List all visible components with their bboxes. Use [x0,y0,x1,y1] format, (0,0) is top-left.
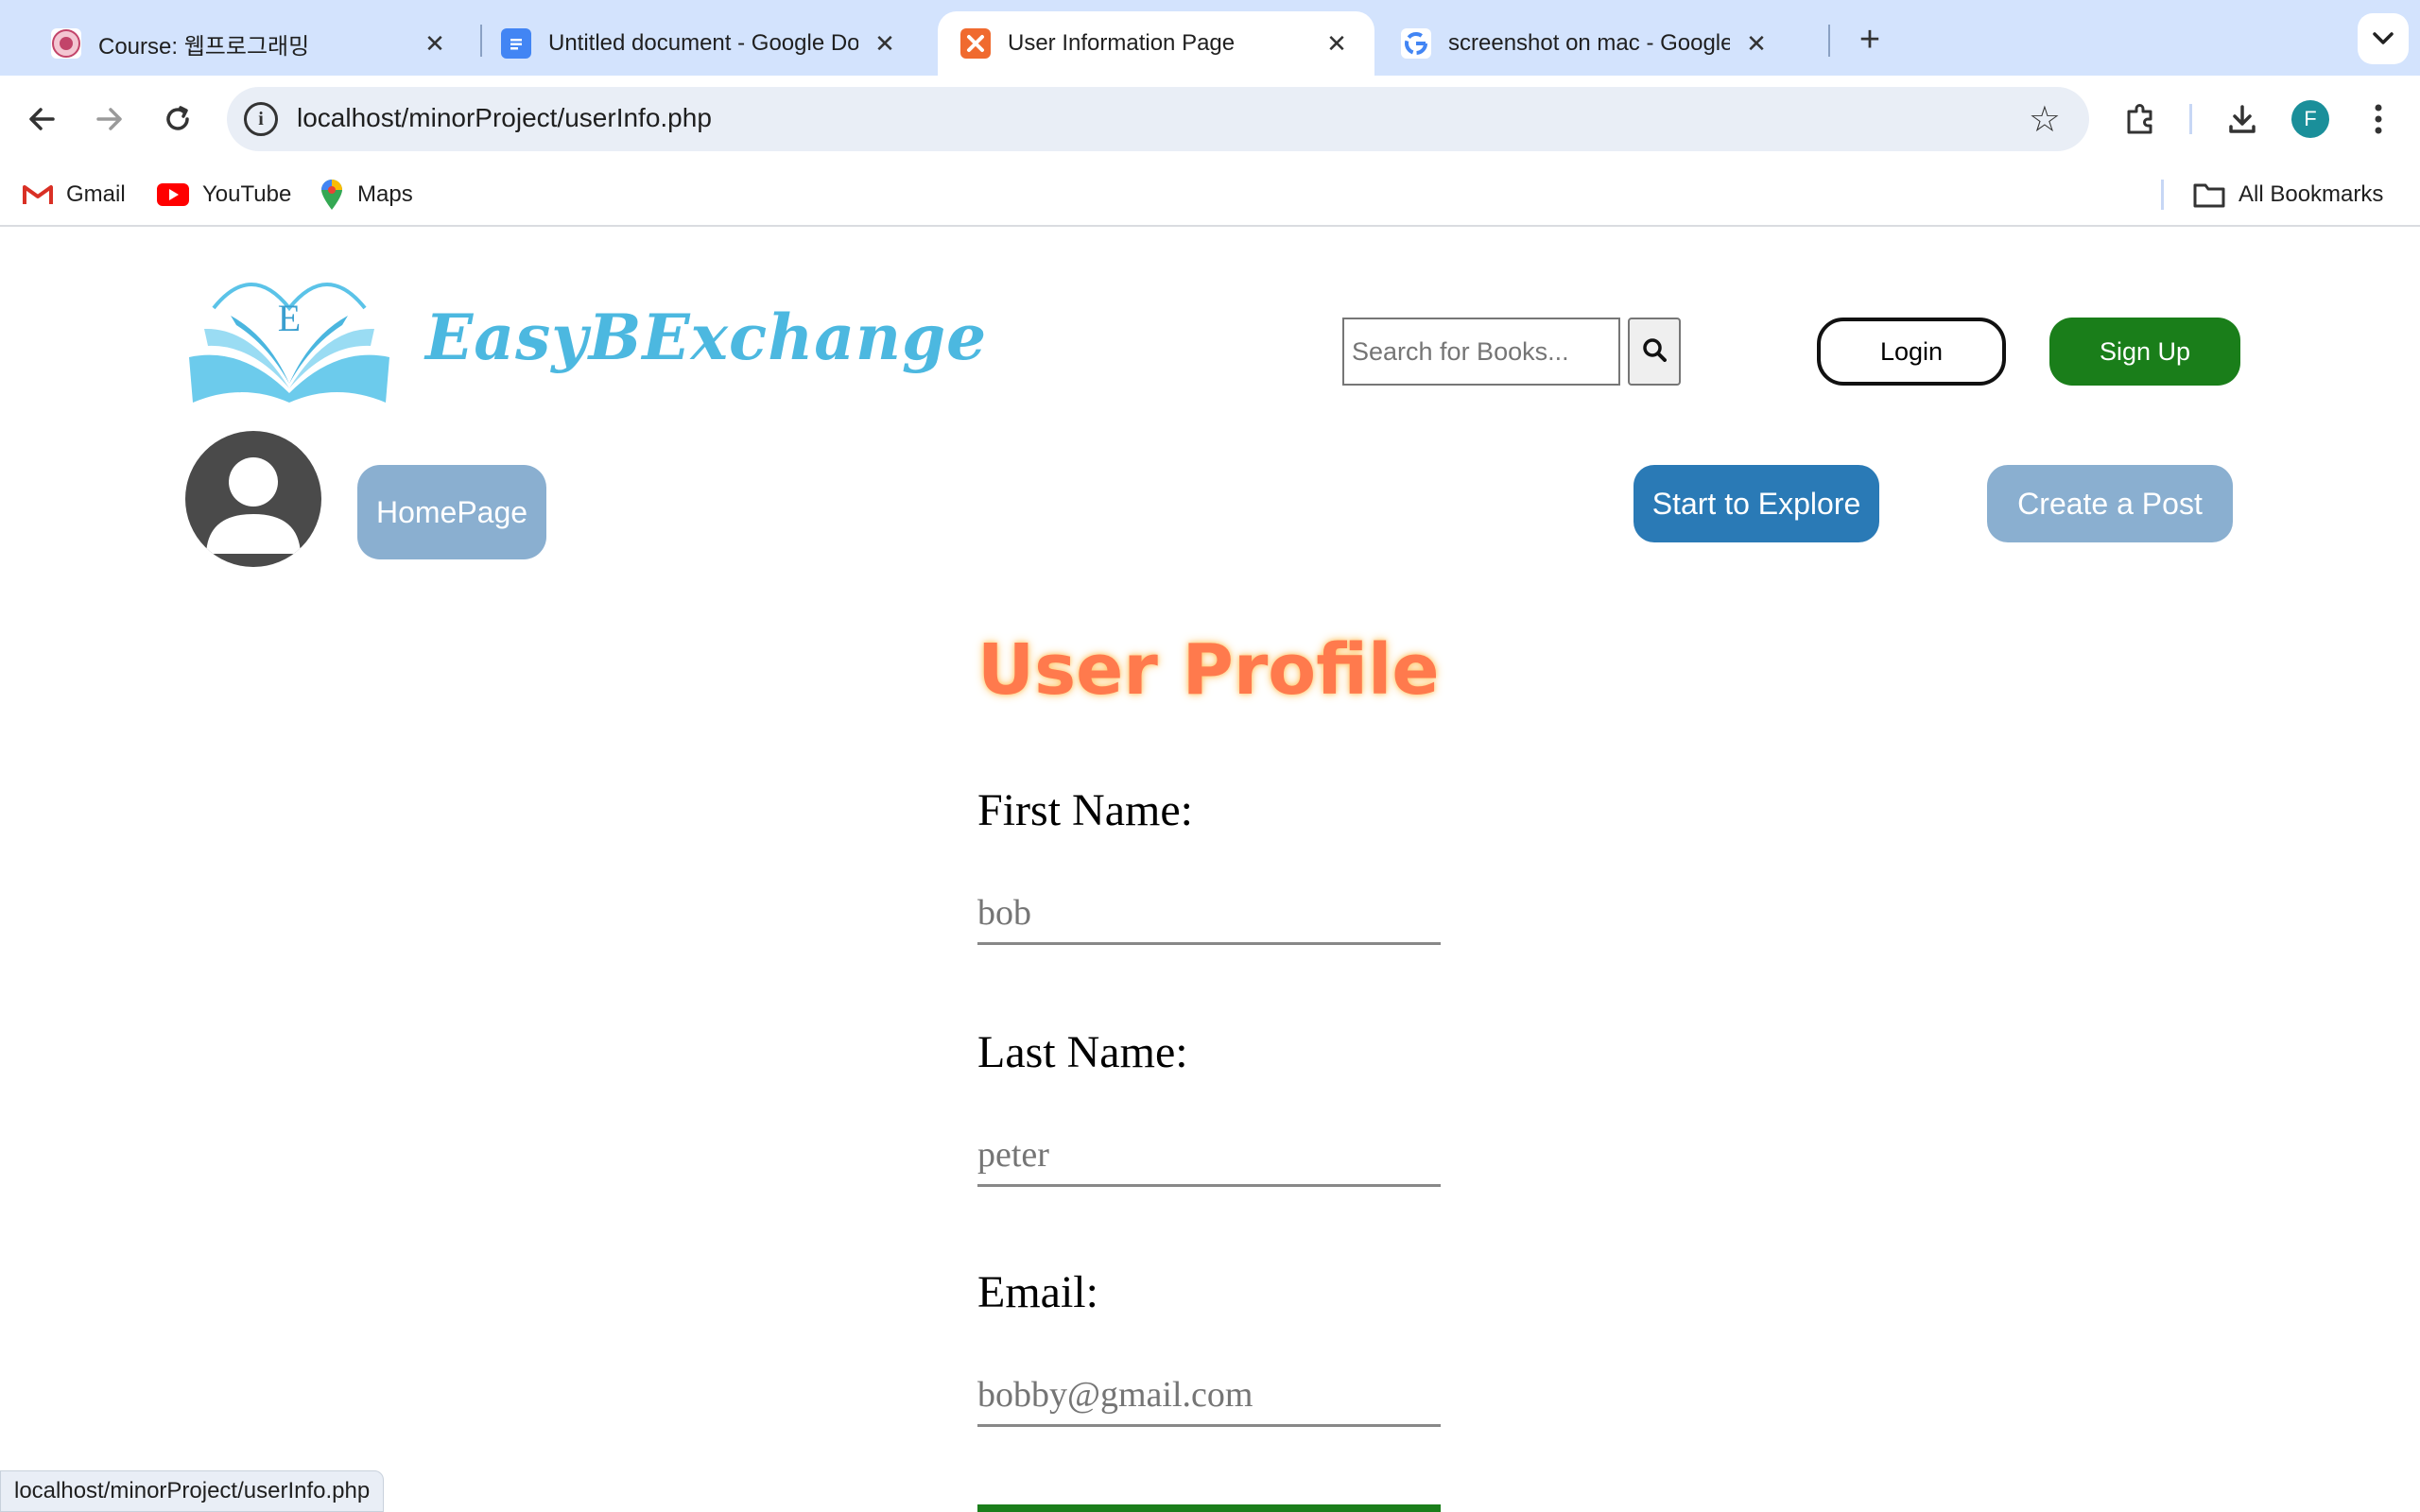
tab-separator [1828,25,1830,57]
homepage-button[interactable]: HomePage [357,465,546,559]
tab-title: Course: 웹프로그래밍 [98,33,310,60]
back-arrow-icon[interactable] [21,98,62,140]
course-seal-icon [51,28,81,59]
all-bookmarks-label: All Bookmarks [2238,181,2384,207]
bookmark-label: YouTube [202,181,292,207]
maps-icon [320,179,344,211]
email-field[interactable]: bobby@gmail.com [977,1361,1441,1427]
tab-title: User Information Page [1008,30,1236,56]
last-name-label: Last Name: [977,1027,1188,1077]
profile-avatar[interactable]: F [2291,100,2329,138]
tab-title: screenshot on mac - Google Search [1448,30,1730,56]
new-tab-plus-icon[interactable]: + [1849,19,1891,60]
page-title: User Profile [977,629,1440,711]
forward-arrow-icon[interactable] [89,98,130,140]
download-icon[interactable] [2218,94,2267,144]
site-logo[interactable]: E [185,270,393,412]
close-icon[interactable]: ✕ [870,28,900,59]
first-name-label: First Name: [977,785,1193,835]
book-search-input[interactable]: Search for Books... [1342,318,1620,386]
all-bookmarks[interactable]: All Bookmarks [2193,178,2383,212]
tab-course[interactable]: Course: 웹프로그래밍 ✕ [28,11,473,76]
bookmark-label: Maps [357,181,413,207]
toolbar-divider [2189,104,2192,134]
bookmark-maps[interactable]: Maps [320,178,413,212]
tab-search-chevron-icon[interactable] [2358,13,2409,64]
submit-button[interactable] [977,1504,1441,1512]
tab-google-search[interactable]: screenshot on mac - Google Search ✕ [1378,11,1794,76]
address-bar[interactable]: i localhost/minorProject/userInfo.php ☆ [227,87,2089,151]
search-button[interactable] [1628,318,1681,386]
google-g-icon [1401,28,1431,59]
user-avatar-icon[interactable] [185,431,321,567]
sign-up-button[interactable]: Sign Up [2049,318,2240,386]
xampp-icon [960,28,991,59]
extensions-puzzle-icon[interactable] [2116,94,2165,144]
bookmark-youtube[interactable]: YouTube [157,178,291,212]
start-to-explore-button[interactable]: Start to Explore [1634,465,1879,542]
reload-icon[interactable] [157,98,199,140]
close-icon[interactable]: ✕ [1741,28,1772,59]
search-icon [1642,337,1667,367]
tab-title: Untitled document - Google Docs [548,30,858,56]
more-menu-icon[interactable] [2354,94,2403,144]
address-url[interactable]: localhost/minorProject/userInfo.php [297,103,712,133]
close-icon[interactable]: ✕ [420,28,450,59]
last-name-field[interactable]: peter [977,1121,1441,1187]
site-info-icon[interactable]: i [244,102,278,136]
bookmark-label: Gmail [66,181,126,207]
close-icon[interactable]: ✕ [1322,28,1352,59]
folder-icon [2193,181,2225,208]
status-bar-url: localhost/minorProject/userInfo.php [0,1470,385,1512]
brand-name[interactable]: EasyBExchange [425,301,987,374]
bookmark-gmail[interactable]: Gmail [23,178,126,212]
login-button[interactable]: Login [1817,318,2006,386]
tab-docs[interactable]: Untitled document - Google Docs ✕ [478,11,923,76]
create-a-post-button[interactable]: Create a Post [1987,465,2233,542]
bookmark-star-icon[interactable]: ☆ [2029,98,2061,141]
logo-letter: E [278,297,301,339]
bookmarks-divider [2161,180,2164,210]
google-docs-icon [501,28,531,59]
email-label: Email: [977,1267,1098,1317]
youtube-icon [157,183,189,206]
tab-user-information[interactable]: User Information Page ✕ [938,11,1374,76]
gmail-icon [23,183,53,206]
first-name-field[interactable]: bob [977,879,1441,945]
